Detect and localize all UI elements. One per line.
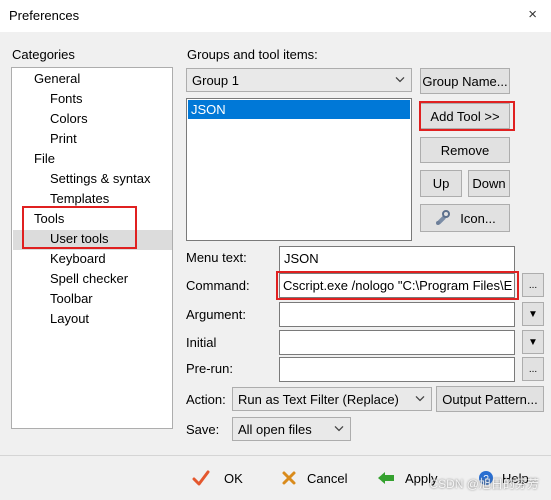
save-select-value: All open files [238,421,312,437]
tree-item-toolbar[interactable]: Toolbar [50,291,93,306]
ok-label: OK [224,470,243,486]
categories-label: Categories [12,47,75,62]
icon-button[interactable]: Icon... [420,204,510,232]
groups-label: Groups and tool items: [187,47,318,62]
watermark: CSDN @旭日的芬芳 [429,477,539,491]
arrow-left-icon [377,470,395,486]
argument-label: Argument: [186,307,246,322]
command-label: Command: [186,278,250,293]
tools-highlight-box [22,206,137,249]
save-label: Save: [186,422,220,437]
list-item[interactable]: JSON [188,100,410,119]
menu-text-field[interactable]: JSON [279,246,515,272]
command-browse-button[interactable]: ... [522,273,544,297]
save-select[interactable]: All open files [232,417,351,441]
menu-text-label: Menu text: [186,250,247,265]
chevron-down-icon [334,422,344,434]
cancel-button[interactable]: Cancel [281,470,347,486]
remove-button[interactable]: Remove [420,137,510,163]
initial-dropdown-button[interactable]: ▼ [522,330,544,354]
tree-item-fonts[interactable]: Fonts [50,91,83,106]
down-button[interactable]: Down [468,170,510,197]
cancel-label: Cancel [307,470,348,486]
tree-item-colors[interactable]: Colors [50,111,88,126]
tree-item-print[interactable]: Print [50,131,77,146]
close-icon[interactable]: × [528,6,537,23]
tree-item-layout[interactable]: Layout [50,311,89,326]
chevron-down-icon [395,73,405,85]
tool-items-list[interactable]: JSON [186,98,412,241]
footer-divider [0,455,551,456]
wrench-icon [434,209,452,227]
chevron-down-icon [415,392,425,404]
title-bar [0,0,551,32]
initial-label: Initial [186,335,217,350]
prerun-browse-button[interactable]: ... [522,357,544,381]
output-pattern-button[interactable]: Output Pattern... [436,386,544,412]
add-tool-highlight-box [419,101,515,131]
action-select[interactable]: Run as Text Filter (Replace) [232,387,432,411]
command-highlight-box [276,271,519,300]
group-name-button[interactable]: Group Name... [420,68,510,94]
window-title: Preferences [9,8,80,23]
group-select[interactable]: Group 1 [186,68,412,92]
group-select-value: Group 1 [192,72,239,88]
tree-item-file[interactable]: File [34,151,55,166]
argument-field[interactable] [279,302,515,327]
icon-button-label: Icon... [460,210,496,226]
argument-dropdown-button[interactable]: ▼ [522,302,544,326]
tree-item-general[interactable]: General [34,71,80,86]
tree-item-keyboard[interactable]: Keyboard [50,251,106,266]
ok-button[interactable]: OK [192,470,243,486]
tree-item-templates[interactable]: Templates [50,191,109,206]
checkmark-icon [192,470,210,486]
x-icon [281,470,297,486]
initial-field[interactable] [279,330,515,355]
up-button[interactable]: Up [420,170,462,197]
tree-item-settings-syntax[interactable]: Settings & syntax [50,171,150,186]
action-label: Action: [186,392,226,407]
prerun-label: Pre-run: [186,361,233,376]
prerun-field[interactable] [279,357,515,382]
action-select-value: Run as Text Filter (Replace) [238,391,399,407]
tree-item-spell-checker[interactable]: Spell checker [50,271,128,286]
